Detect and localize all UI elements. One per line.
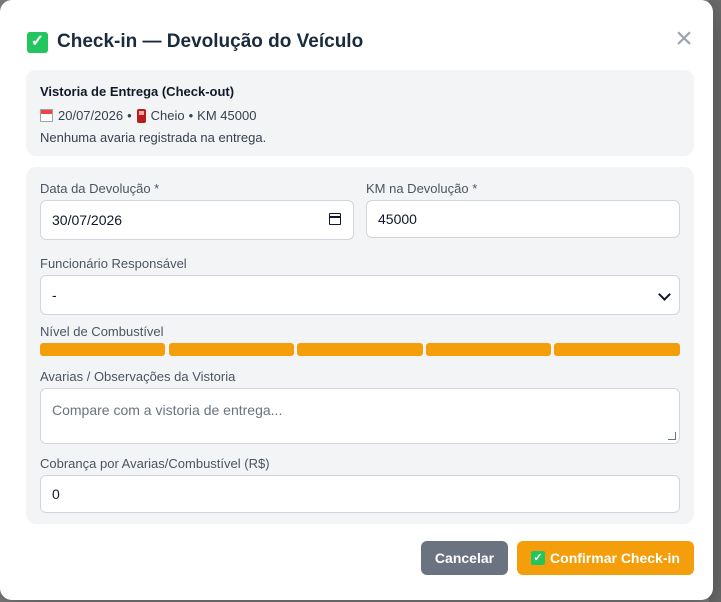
charge-label: Cobrança por Avarias/Combustível (R$) <box>40 456 270 471</box>
checkout-km: KM 45000 <box>197 108 257 123</box>
fuel-level-segment-2[interactable] <box>169 343 294 356</box>
return-km-input[interactable]: 45000 <box>366 200 680 238</box>
close-icon[interactable]: × <box>673 24 695 54</box>
return-km-value: 45000 <box>378 211 417 227</box>
checkout-info-card: Vistoria de Entrega (Check-out) 20/07/20… <box>26 70 694 156</box>
charge-value: 0 <box>52 486 60 502</box>
return-km-label: KM na Devolução * <box>366 181 478 196</box>
fuel-level-segment-1[interactable] <box>40 343 165 356</box>
cancel-button[interactable]: Cancelar <box>421 541 508 575</box>
checkout-date: 20/07/2026 <box>58 108 124 123</box>
separator: • <box>188 108 194 123</box>
fuel-level-segment-5[interactable] <box>554 343 680 356</box>
damages-placeholder: Compare com a vistoria de entrega... <box>52 402 283 418</box>
fuel-level-label: Nível de Combustível <box>40 324 164 339</box>
confirm-button-label: Confirmar Check-in <box>550 550 680 566</box>
fuel-level-segment-4[interactable] <box>426 343 551 356</box>
employee-label: Funcionário Responsável <box>40 256 187 271</box>
fuel-level-segment-3[interactable] <box>297 343 423 356</box>
cancel-button-label: Cancelar <box>434 550 495 566</box>
employee-selected-value: - <box>52 287 57 303</box>
check-mark-icon: ✓ <box>531 551 546 565</box>
check-mark-icon: ✓ <box>27 31 48 53</box>
checkin-modal: ✓ Check-in — Devolução do Veículo × Vist… <box>0 0 713 600</box>
calendar-picker-icon[interactable] <box>329 213 341 225</box>
checkout-summary: 20/07/2026 • Cheio • KM 45000 <box>40 108 256 123</box>
return-date-value: 30/07/2026 <box>52 212 123 228</box>
resize-handle-icon[interactable] <box>668 432 676 440</box>
confirm-checkin-button[interactable]: ✓ Confirmar Check-in <box>517 541 694 575</box>
checkout-fuel: Cheio <box>150 108 185 123</box>
damages-textarea[interactable]: Compare com a vistoria de entrega... <box>40 388 680 444</box>
modal-title: Check-in — Devolução do Veículo <box>57 31 364 52</box>
modal-header: ✓ Check-in — Devolução do Veículo <box>27 28 689 56</box>
return-date-label: Data da Devolução * <box>40 181 160 196</box>
chevron-down-icon <box>658 288 671 301</box>
checkout-damage-note: Nenhuma avaria registrada na entrega. <box>40 130 267 145</box>
return-date-input[interactable]: 30/07/2026 <box>40 200 354 240</box>
calendar-icon <box>40 109 53 122</box>
charge-input[interactable]: 0 <box>40 475 680 513</box>
checkout-info-heading: Vistoria de Entrega (Check-out) <box>40 84 235 99</box>
fuel-pump-icon <box>136 108 146 123</box>
employee-select[interactable]: - <box>40 275 680 315</box>
separator: • <box>127 108 132 123</box>
damages-label: Avarias / Observações da Vistoria <box>40 369 236 384</box>
